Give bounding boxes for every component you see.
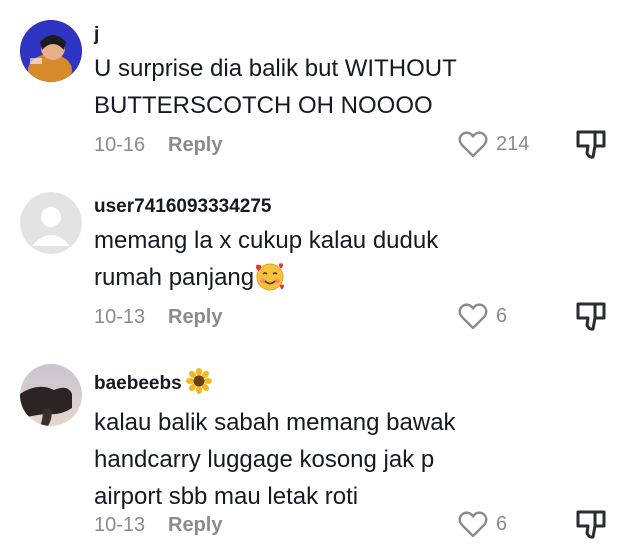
like-button[interactable]: 6 bbox=[458, 302, 507, 330]
comment-text: kalau balik sabah memang bawak handcarry… bbox=[94, 409, 456, 510]
dislike-button[interactable] bbox=[574, 128, 608, 162]
comment-text: U surprise dia balik but WITHOUT BUTTERS… bbox=[94, 55, 457, 119]
like-count: 214 bbox=[496, 132, 530, 155]
avatar[interactable] bbox=[20, 192, 82, 254]
comment-text: memang la x cukup kalau duduk rumah panj… bbox=[94, 222, 594, 302]
reply-button[interactable]: Reply bbox=[168, 514, 222, 537]
dislike-button[interactable] bbox=[574, 508, 608, 542]
heart-outline-icon bbox=[458, 131, 488, 158]
username[interactable]: baebeebs bbox=[94, 368, 594, 400]
like-button[interactable]: 214 bbox=[458, 130, 529, 158]
thumbs-down-icon bbox=[576, 130, 606, 159]
reply-button[interactable]: Reply bbox=[168, 134, 222, 157]
heart-outline-icon bbox=[458, 511, 488, 538]
username[interactable]: user7416093334275 bbox=[94, 196, 594, 218]
comments-list: j U surprise dia balik but WITHOUT BUTTE… bbox=[0, 0, 630, 554]
thumbs-down-icon bbox=[576, 302, 606, 331]
avatar[interactable] bbox=[20, 20, 82, 82]
sunflower-emoji bbox=[185, 368, 212, 400]
thumbs-down-icon bbox=[576, 510, 606, 539]
username[interactable]: j bbox=[94, 24, 594, 46]
like-count: 6 bbox=[496, 512, 508, 535]
like-count: 6 bbox=[496, 304, 508, 327]
heart-outline-icon bbox=[458, 303, 488, 330]
smiling-face-with-hearts-emoji bbox=[254, 261, 286, 302]
avatar[interactable] bbox=[20, 364, 82, 426]
comment-date: 10-13 bbox=[94, 306, 146, 328]
dislike-button[interactable] bbox=[574, 300, 608, 334]
comment-date: 10-16 bbox=[94, 134, 146, 156]
comment-date: 10-13 bbox=[94, 514, 146, 536]
reply-button[interactable]: Reply bbox=[168, 306, 222, 329]
like-button[interactable]: 6 bbox=[458, 510, 507, 538]
